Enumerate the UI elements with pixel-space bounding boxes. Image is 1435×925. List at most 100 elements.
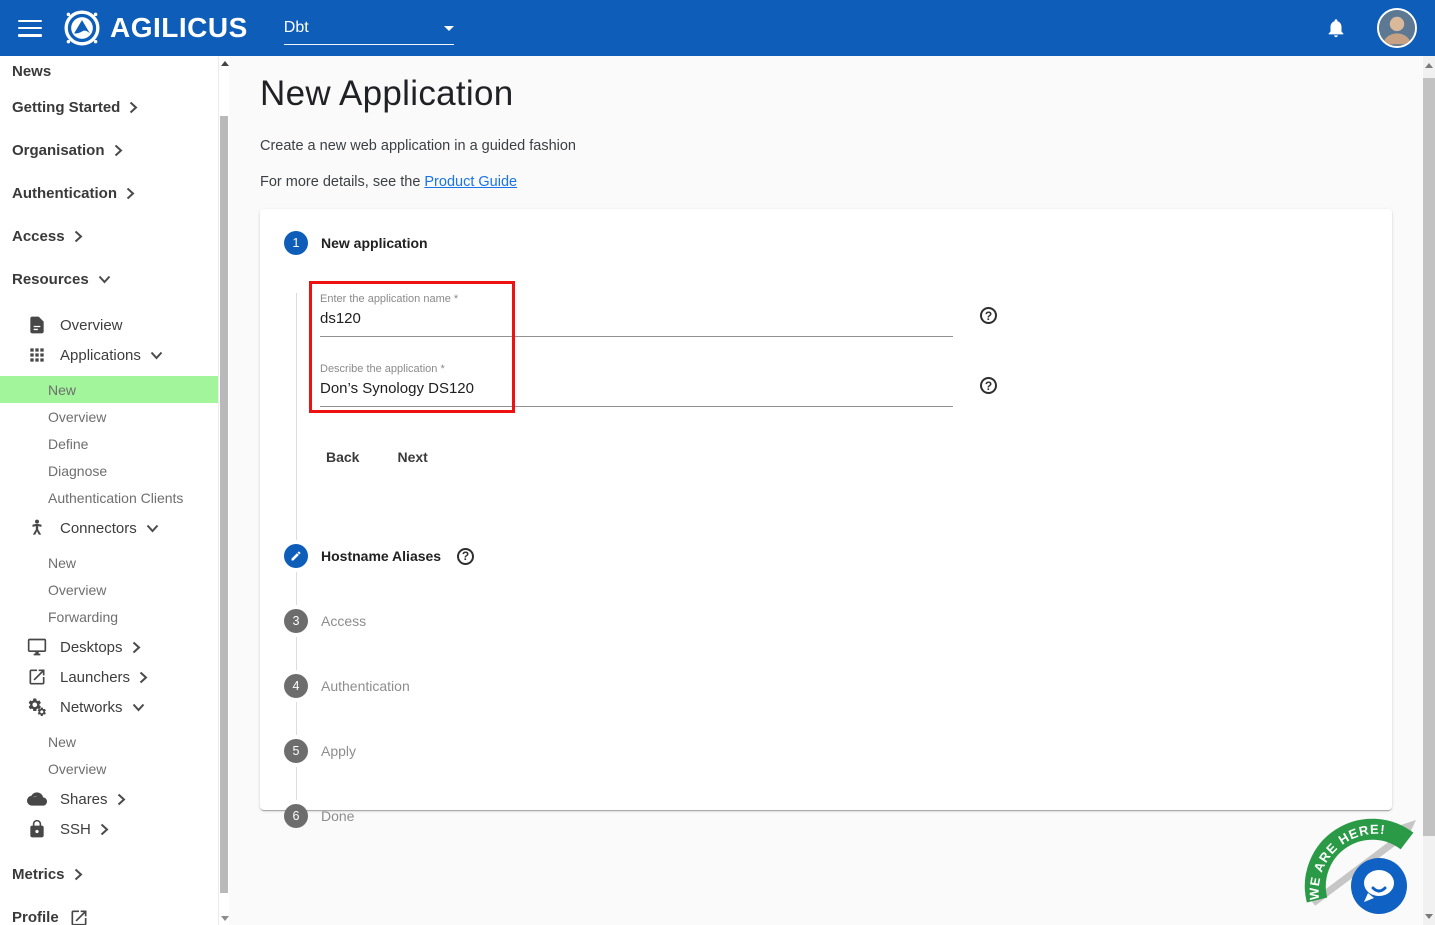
sidebar-item-metrics[interactable]: Metrics	[0, 853, 218, 896]
sidebar-item-shares[interactable]: Shares	[0, 784, 218, 814]
stepper-connector	[296, 767, 1368, 800]
help-icon[interactable]: ?	[457, 547, 475, 565]
product-guide-link[interactable]: Product Guide	[424, 174, 517, 190]
sidebar-item-label: Overview	[60, 316, 123, 334]
external-icon	[69, 908, 89, 925]
sidebar-item-authentication-clients[interactable]: Authentication Clients	[0, 484, 218, 511]
sidebar-item-label: New	[48, 733, 77, 750]
sidebar-item-access[interactable]: Access	[0, 215, 218, 258]
step-2-header[interactable]: Hostname Aliases ?	[284, 544, 1368, 568]
help-icon[interactable]: ?	[980, 307, 997, 324]
sidebar-item-launchers[interactable]: Launchers	[0, 662, 218, 692]
sidebar-item-resources[interactable]: Resources	[0, 258, 218, 301]
sidebar-item-profile[interactable]: Profile	[0, 896, 218, 925]
step-1-circle: 1	[284, 231, 308, 255]
sidebar-item-overview[interactable]: Overview	[0, 755, 218, 782]
sidebar-item-label: Profile	[12, 909, 59, 925]
sidebar-item-label: Diagnose	[48, 462, 108, 479]
sidebar-item-getting-started[interactable]: Getting Started	[0, 86, 218, 129]
sidebar-item-organisation[interactable]: Organisation	[0, 129, 218, 172]
sidebar-item-new[interactable]: New	[0, 549, 218, 576]
dropdown-caret-icon	[443, 25, 454, 31]
top-app-bar: AGILICUS Dbt	[0, 0, 1435, 56]
desktop-icon	[27, 637, 47, 657]
page-title: New Application	[260, 74, 514, 113]
step-6-circle: 6	[284, 804, 308, 828]
step-2-label: Hostname Aliases	[321, 548, 442, 564]
sidebar-item-label: Connectors	[60, 519, 137, 537]
chat-help-widget[interactable]: WE ARE HERE!	[1303, 804, 1423, 923]
organisation-select-value: Dbt	[283, 19, 309, 36]
sidebar-scrollbar[interactable]	[218, 56, 229, 925]
sidebar-item-label: Define	[48, 435, 89, 452]
chevron-right-icon	[139, 671, 148, 684]
sidebar-item-label: News	[12, 62, 52, 80]
main-scrollbar-thumb[interactable]	[1423, 78, 1435, 836]
scroll-down-icon[interactable]	[1425, 913, 1433, 919]
step-3-header[interactable]: 3 Access	[284, 609, 1368, 633]
step-6-header[interactable]: 6 Done	[284, 804, 1368, 828]
lock-icon	[27, 819, 47, 839]
sidebar-item-connectors[interactable]: Connectors	[0, 513, 218, 543]
next-button[interactable]: Next	[391, 447, 433, 467]
back-button[interactable]: Back	[320, 447, 365, 467]
sidebar-item-networks[interactable]: Networks	[0, 692, 218, 722]
help-icon[interactable]: ?	[980, 377, 997, 394]
sidebar-item-news[interactable]: News	[0, 56, 218, 86]
chevron-right-icon	[132, 641, 141, 654]
sidebar-item-label: Metrics	[12, 866, 65, 883]
sidebar-item-label: Organisation	[12, 142, 105, 159]
sidebar-item-overview[interactable]: Overview	[0, 310, 218, 340]
chevron-right-icon	[74, 230, 83, 243]
sidebar-item-label: Overview	[48, 581, 107, 598]
step-2-circle	[284, 544, 308, 568]
sidebar-item-new[interactable]: New	[0, 728, 218, 755]
organisation-select[interactable]: Dbt	[283, 19, 454, 45]
connector-icon	[27, 518, 47, 538]
stepper-connector	[296, 702, 1368, 735]
chevron-down-icon	[98, 275, 111, 284]
sidebar-item-label: Applications	[60, 346, 141, 364]
sidebar-scrollbar-thumb[interactable]	[220, 116, 228, 893]
notifications-bell-icon[interactable]	[1325, 17, 1347, 39]
sidebar-item-diagnose[interactable]: Diagnose	[0, 457, 218, 484]
sidebar-item-ssh[interactable]: SSH	[0, 814, 218, 844]
main-scrollbar[interactable]	[1423, 56, 1435, 925]
sidebar-item-applications[interactable]: Applications	[0, 340, 218, 370]
chevron-right-icon	[129, 101, 138, 114]
cloud-icon	[27, 789, 47, 809]
sidebar-item-desktops[interactable]: Desktops	[0, 632, 218, 662]
application-description-input[interactable]	[320, 375, 953, 407]
sidebar-item-label: SSH	[60, 820, 91, 838]
sidebar-item-forwarding[interactable]: Forwarding	[0, 603, 218, 630]
chevron-right-icon	[126, 187, 135, 200]
brand-name: AGILICUS	[110, 12, 248, 43]
application-name-input[interactable]	[320, 305, 953, 337]
sidebar-item-define[interactable]: Define	[0, 430, 218, 457]
application-description-field: Describe the application * ?	[320, 363, 997, 407]
sidebar-item-overview[interactable]: Overview	[0, 403, 218, 430]
user-avatar[interactable]	[1377, 8, 1417, 48]
step-3-circle: 3	[284, 609, 308, 633]
application-name-label: Enter the application name *	[320, 293, 459, 305]
step-1-header[interactable]: 1 New application	[284, 231, 1368, 255]
sidebar-item-label: New	[48, 381, 77, 398]
sidebar-item-authentication[interactable]: Authentication	[0, 172, 218, 215]
gears-icon	[27, 697, 47, 717]
scroll-up-icon[interactable]	[220, 60, 229, 66]
sidebar-item-label: Resources	[12, 271, 89, 288]
sidebar-item-label: Desktops	[60, 638, 123, 656]
step-3-label: Access	[321, 613, 367, 629]
sidebar-item-overview[interactable]: Overview	[0, 576, 218, 603]
scroll-down-icon[interactable]	[220, 915, 229, 921]
sidebar-item-label: New	[48, 554, 77, 571]
step-5-header[interactable]: 5 Apply	[284, 739, 1368, 763]
hamburger-menu-icon[interactable]	[18, 19, 42, 37]
step-4-header[interactable]: 4 Authentication	[284, 674, 1368, 698]
sidebar-item-label: Access	[12, 228, 65, 245]
chevron-down-icon	[146, 524, 159, 533]
sidebar-item-new[interactable]: New	[0, 376, 218, 403]
chevron-down-icon	[150, 351, 163, 360]
sidebar-item-label: Overview	[48, 760, 107, 777]
scroll-up-icon[interactable]	[1425, 62, 1433, 68]
